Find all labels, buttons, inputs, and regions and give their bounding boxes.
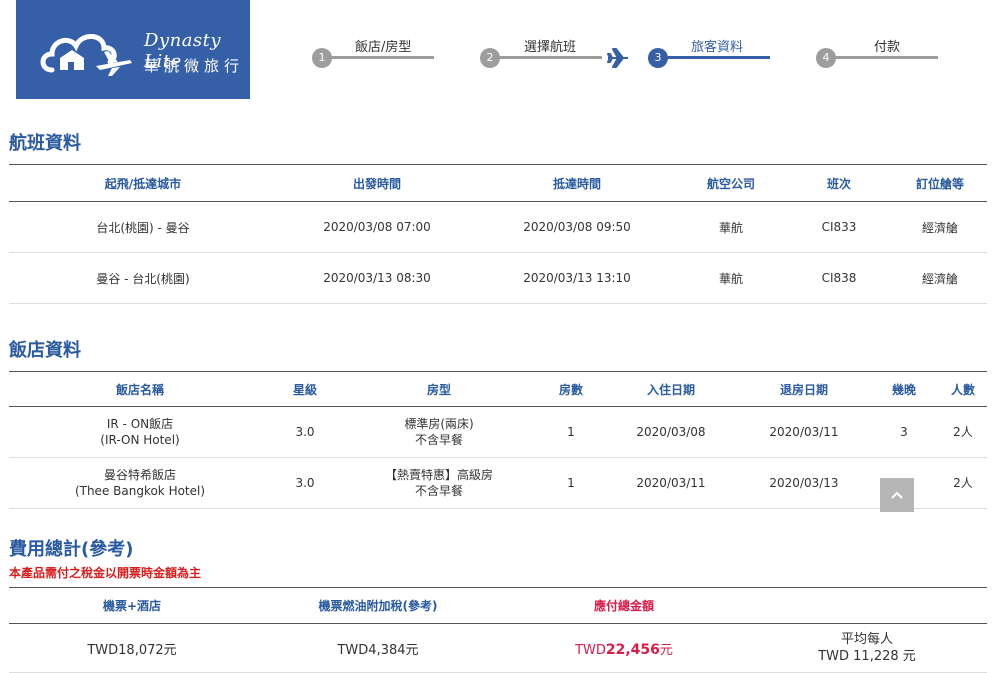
step-number: 2 — [480, 48, 500, 68]
step-label: 選擇航班 — [524, 40, 577, 55]
table-header-row: 起飛/抵達城市 出發時間 抵達時間 航空公司 班次 訂位艙等 — [9, 164, 987, 202]
flight-route: 台北(桃園) - 曼谷 — [9, 201, 277, 253]
step-2: 選擇航班 2 — [480, 36, 602, 76]
fee-table: 機票+酒店 機票燃油附加稅(參考) 應付總金額 TWD18,072元 TWD4,… — [9, 587, 987, 673]
hotel-name-cell: 曼谷特希飯店 (Thee Bangkok Hotel) — [9, 457, 271, 509]
people: 2人 — [939, 457, 987, 509]
step-number: 4 — [816, 48, 836, 68]
fee-section-title: 費用總計(參考) — [9, 539, 134, 560]
departure-time: 2020/03/08 07:00 — [277, 201, 477, 253]
room-type-cell: 標準房(兩床) 不含早餐 — [339, 406, 539, 458]
hotel-name: 曼谷特希飯店 — [103, 468, 176, 482]
column-header: 機票+酒店 — [9, 587, 255, 624]
step-line — [826, 56, 938, 59]
column-header: 幾晚 — [869, 371, 939, 407]
step-label: 飯店/房型 — [355, 40, 412, 55]
hotel-name-cell: IR - ON飯店 (IR-ON Hotel) — [9, 406, 271, 458]
flight-table: 起飛/抵達城市 出發時間 抵達時間 航空公司 班次 訂位艙等 台北(桃園) - … — [9, 164, 987, 304]
total-amount: TWD22,456元 — [501, 623, 747, 673]
column-header: 退房日期 — [739, 371, 869, 407]
hotel-name: IR - ON飯店 — [106, 417, 174, 431]
column-header: 航空公司 — [677, 164, 785, 202]
step-3: 旅客資料 3 — [648, 36, 770, 76]
fuel-tax: TWD4,384元 — [255, 623, 501, 673]
table-header-row: 機票+酒店 機票燃油附加稅(參考) 應付總金額 — [9, 587, 987, 624]
table-header-row: 飯店名稱 星級 房型 房數 入住日期 退房日期 幾晚 人數 — [9, 371, 987, 407]
room-type: 標準房(兩床) — [404, 417, 474, 431]
checkin-date: 2020/03/11 — [603, 457, 739, 509]
room-meal-note: 不含早餐 — [414, 433, 463, 447]
cloud-house-plane-logo-icon — [40, 34, 132, 76]
plane-icon — [607, 48, 628, 68]
column-header: 班次 — [785, 164, 893, 202]
column-header: 抵達時間 — [477, 164, 677, 202]
package-price: TWD18,072元 — [9, 623, 255, 673]
chevron-up-icon — [891, 491, 903, 499]
table-row: 曼谷 - 台北(桃園) 2020/03/13 08:30 2020/03/13 … — [9, 252, 987, 304]
hotel-section-title: 飯店資料 — [9, 340, 81, 361]
table-row: 台北(桃園) - 曼谷 2020/03/08 07:00 2020/03/08 … — [9, 201, 987, 253]
column-header: 應付總金額 — [501, 587, 747, 624]
hotel-name-en: (IR-ON Hotel) — [100, 433, 180, 447]
cabin-class: 經濟艙 — [893, 252, 987, 304]
arrival-time: 2020/03/08 09:50 — [477, 201, 677, 253]
average-label: 平均每人 — [840, 632, 893, 647]
people: 2人 — [939, 406, 987, 458]
step-1: 飯店/房型 1 — [312, 36, 434, 76]
airline: 華航 — [677, 252, 785, 304]
flight-section-title: 航班資料 — [9, 133, 81, 154]
departure-time: 2020/03/13 08:30 — [277, 252, 477, 304]
average-value: TWD 11,228 元 — [818, 649, 916, 664]
brand-name-zh: 華航微旅行 — [144, 57, 245, 75]
room-type-cell: 【熱賣特惠】高級房 不含早餐 — [339, 457, 539, 509]
column-header: 房數 — [539, 371, 603, 407]
column-header: 房型 — [339, 371, 539, 407]
hotel-table: 飯店名稱 星級 房型 房數 入住日期 退房日期 幾晚 人數 IR - ON飯店 … — [9, 371, 987, 509]
hotel-name-en: (Thee Bangkok Hotel) — [74, 484, 206, 498]
nights: 3 — [869, 406, 939, 458]
arrival-time: 2020/03/13 13:10 — [477, 252, 677, 304]
table-row: TWD18,072元 TWD4,384元 TWD22,456元 平均每人 TWD… — [9, 623, 987, 673]
airline: 華航 — [677, 201, 785, 253]
room-meal-note: 不含早餐 — [414, 484, 463, 498]
step-line — [490, 56, 602, 59]
column-header: 人數 — [939, 371, 987, 407]
column-header: 訂位艙等 — [893, 164, 987, 202]
column-header: 飯店名稱 — [9, 371, 271, 407]
table-row: IR - ON飯店 (IR-ON Hotel) 3.0 標準房(兩床) 不含早餐… — [9, 406, 987, 458]
checkout-date: 2020/03/13 — [739, 457, 869, 509]
total-prefix: TWD — [575, 642, 606, 658]
step-number: 3 — [648, 48, 668, 68]
flight-number: CI838 — [785, 252, 893, 304]
step-line — [322, 56, 434, 59]
hotel-star: 3.0 — [271, 406, 339, 458]
tax-note: 本產品需付之稅金以開票時金額為主 — [9, 566, 202, 580]
brand-logo[interactable]: Dynasty Lite 華航微旅行 — [16, 0, 250, 99]
column-header — [747, 587, 987, 624]
scroll-to-top-button[interactable] — [880, 478, 914, 512]
step-number: 1 — [312, 48, 332, 68]
checkout-date: 2020/03/11 — [739, 406, 869, 458]
flight-number: CI833 — [785, 201, 893, 253]
average-per-person: 平均每人 TWD 11,228 元 — [747, 623, 987, 673]
total-value: 22,456 — [605, 641, 660, 658]
step-label: 付款 — [874, 40, 901, 55]
table-row: 曼谷特希飯店 (Thee Bangkok Hotel) 3.0 【熱賣特惠】高級… — [9, 457, 987, 509]
cabin-class: 經濟艙 — [893, 201, 987, 253]
room-count: 1 — [539, 457, 603, 509]
room-count: 1 — [539, 406, 603, 458]
room-type: 【熱賣特惠】高級房 — [384, 468, 493, 482]
step-4: 付款 4 — [816, 36, 938, 76]
step-label: 旅客資料 — [691, 40, 744, 55]
column-header: 出發時間 — [277, 164, 477, 202]
total-suffix: 元 — [659, 642, 673, 658]
checkin-date: 2020/03/08 — [603, 406, 739, 458]
column-header: 入住日期 — [603, 371, 739, 407]
hotel-star: 3.0 — [271, 457, 339, 509]
column-header: 星級 — [271, 371, 339, 407]
column-header: 機票燃油附加稅(參考) — [255, 587, 501, 624]
flight-route: 曼谷 - 台北(桃園) — [9, 252, 277, 304]
step-line — [658, 56, 770, 59]
column-header: 起飛/抵達城市 — [9, 164, 277, 202]
